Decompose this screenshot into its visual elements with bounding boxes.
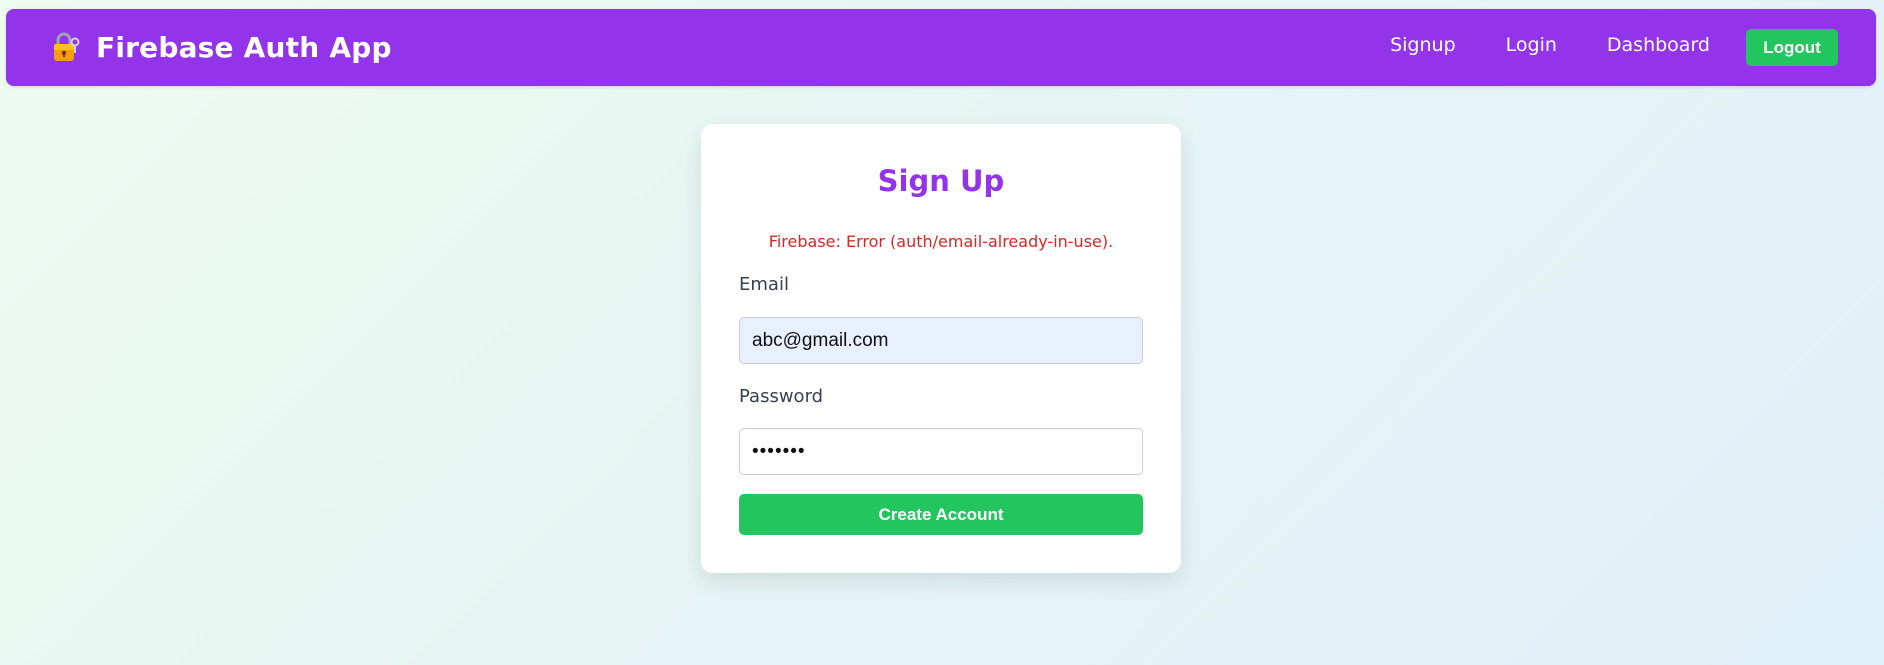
- email-field[interactable]: [739, 317, 1143, 364]
- password-field[interactable]: [739, 428, 1143, 475]
- email-label: Email: [739, 274, 789, 295]
- app-title: Firebase Auth App: [96, 31, 392, 64]
- form-title: Sign Up: [877, 164, 1005, 198]
- nav-link-signup[interactable]: Signup: [1390, 34, 1456, 56]
- logout-button[interactable]: Logout: [1746, 29, 1838, 66]
- lock-key-icon: [48, 31, 82, 65]
- brand[interactable]: Firebase Auth App: [48, 9, 392, 86]
- navbar: Firebase Auth App Signup Login Dashboard…: [6, 9, 1876, 86]
- nav-links: Signup Login Dashboard Logout: [1390, 9, 1838, 86]
- password-label: Password: [739, 386, 824, 407]
- signup-card: Sign Up Firebase: Error (auth/email-alre…: [701, 124, 1181, 573]
- error-message: Firebase: Error (auth/email-already-in-u…: [768, 232, 1114, 251]
- nav-link-login[interactable]: Login: [1506, 34, 1557, 56]
- create-account-button[interactable]: Create Account: [739, 494, 1143, 535]
- nav-link-dashboard[interactable]: Dashboard: [1607, 34, 1710, 56]
